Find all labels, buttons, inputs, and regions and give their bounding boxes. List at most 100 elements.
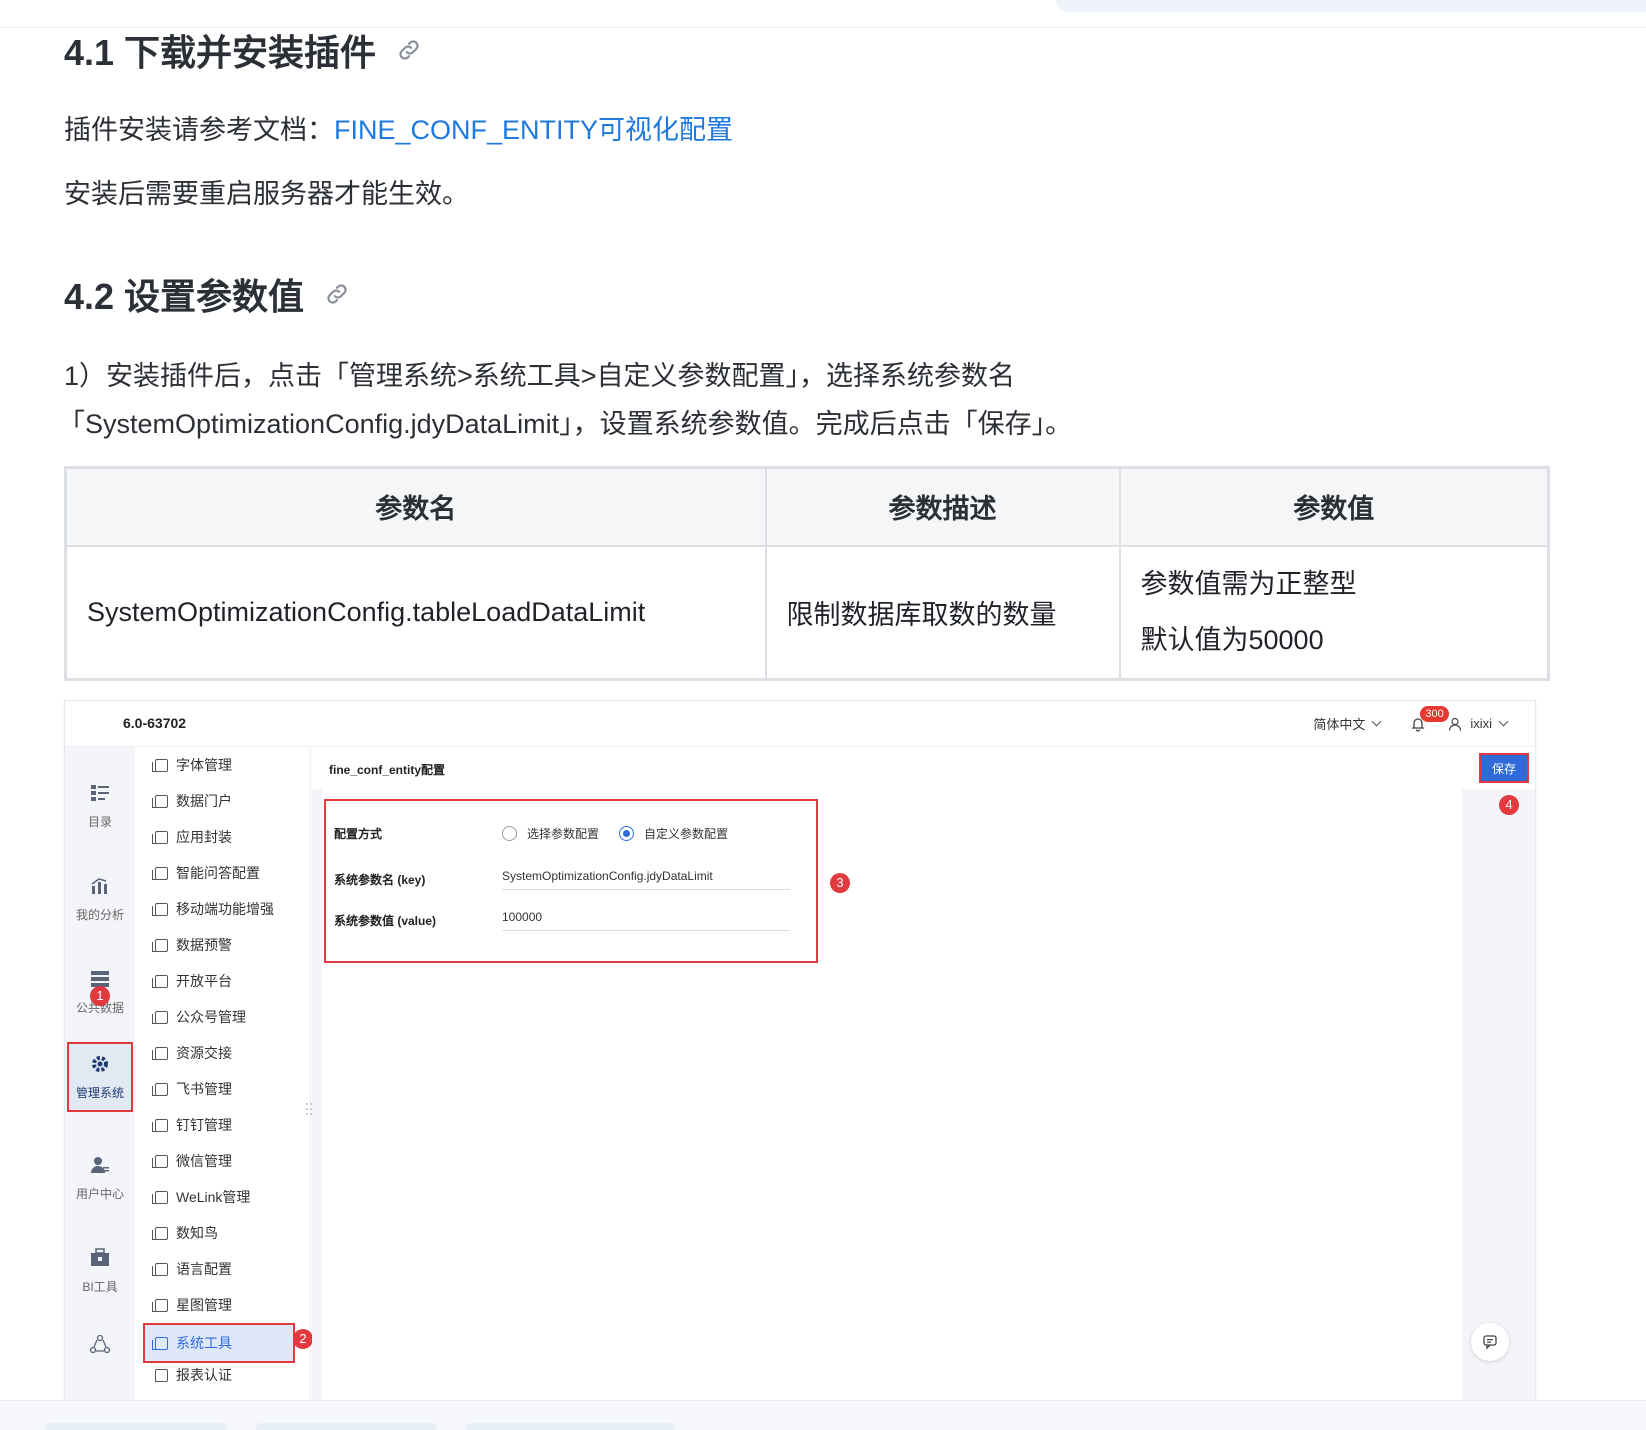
content-body: 配置方式 选择参数配置 自定义参数配置 系统参数名 (key) SystemOp… [322,789,1462,1409]
link-anchor-icon[interactable] [324,281,350,307]
form-row-key: 系统参数名 (key) SystemOptimizationConfig.jdy… [334,869,790,890]
menu-item-data-alert[interactable]: 数据预警 [152,927,232,963]
top-pill [1056,0,1646,12]
menu-label: 移动端功能增强 [176,901,274,917]
radio-circle [502,826,517,841]
menu-page-icon [152,1336,168,1350]
cell-param-value: 参数值需为正整型 默认值为50000 [1118,544,1550,681]
bottom-strip [0,1400,1646,1430]
chevron-down-icon [1371,716,1382,727]
menu-page-icon [155,1368,168,1382]
menu-item-resource-handover[interactable]: 资源交接 [152,1035,232,1071]
section-title: 4.2 设置参数值 [64,276,305,317]
install-paragraph: 插件安装请参考文档：FINE_CONF_ENTITY可视化配置 [64,108,733,147]
page: 4.1 下载并安装插件 插件安装请参考文档：FINE_CONF_ENTITY可视… [0,0,1646,1430]
section-title: 4.1 下载并安装插件 [64,32,377,73]
menu-label: 数据预警 [176,937,232,953]
sidebar-item-analysis[interactable]: 我的分析 [65,856,135,942]
link-anchor-icon[interactable] [396,37,422,63]
radio-label: 自定义参数配置 [644,827,729,841]
menu-page-icon [152,1190,168,1204]
step-marker-2: 2 [293,1329,313,1349]
menu-item-app-package[interactable]: 应用封装 [152,819,232,855]
menu-label: 开放平台 [176,973,232,989]
user-icon [1449,717,1462,731]
form-row-mode: 配置方式 选择参数配置 自定义参数配置 [334,825,748,842]
sidebar-label: 我的分析 [75,907,124,922]
section-heading-4-1: 4.1 下载并安装插件 [64,24,422,76]
app-version: 6.0-63702 [123,715,187,731]
menu-item-font[interactable]: 字体管理 [152,747,232,783]
menu-item-xingtu[interactable]: 星图管理 [152,1287,232,1323]
sidebar-label: 管理系统 [75,1085,124,1100]
menu-item-welink[interactable]: WeLink管理 [152,1179,251,1215]
menu-item-mobile[interactable]: 移动端功能增强 [152,891,274,927]
sidebar-item-bi-tools[interactable]: BI工具 [65,1228,135,1314]
radio-label: 选择参数配置 [527,827,600,841]
header-param-name: 参数名 [64,466,767,547]
bi-tools-icon [91,1247,109,1266]
header-param-value: 参数值 [1118,466,1550,547]
table-row: SystemOptimizationConfig.tableLoadDataLi… [64,544,1550,681]
catalog-icon [91,784,109,801]
radio-custom-param[interactable]: 自定义参数配置 [619,825,728,842]
app-header: 6.0-63702 简体中文 300 ixixi [65,701,1535,747]
content-toolbar: fine_conf_entity配置 保存 [312,747,1535,789]
install-doc-link[interactable]: FINE_CONF_ENTITY可视化配置 [334,115,733,145]
user-name: ixixi [1470,716,1492,731]
analysis-icon [91,877,107,894]
install-prefix: 插件安装请参考文档： [64,115,334,145]
section-heading-4-2: 4.2 设置参数值 [64,268,350,320]
user-menu[interactable]: ixixi [1448,716,1509,731]
header-param-desc: 参数描述 [764,466,1121,547]
menu-label: 报表认证 [176,1367,232,1383]
notification-badge: 300 [1420,705,1449,722]
key-input[interactable]: SystemOptimizationConfig.jdyDataLimit [502,869,790,890]
menu-label: 公众号管理 [176,1009,246,1025]
menu-page-icon [152,1154,168,1168]
save-button[interactable]: 保存 [1479,753,1529,783]
sidebar-item-catalog[interactable]: 目录 [65,763,135,849]
param-value-line2: 默认值为50000 [1140,625,1324,656]
menu-item-system-tools[interactable]: 系统工具 [143,1323,295,1363]
menu-item-dingtalk[interactable]: 钉钉管理 [152,1107,232,1143]
chat-button[interactable] [1471,1323,1509,1361]
bottom-tab[interactable] [46,1423,226,1430]
menu-page-icon [152,902,168,916]
menu-page-icon [152,1046,168,1060]
menu-item-open-platform[interactable]: 开放平台 [152,963,232,999]
menu-label: 语言配置 [176,1261,232,1277]
notification-bell[interactable]: 300 [1410,705,1449,732]
menu-item-feishu[interactable]: 飞书管理 [152,1071,232,1107]
menu-page-icon [152,1082,168,1096]
sidebar-item-network[interactable] [65,1307,135,1393]
menu-item-language[interactable]: 语言配置 [152,1251,232,1287]
menu-item-shuzhiniao[interactable]: 数知鸟 [152,1215,218,1251]
menu-item-report-auth[interactable]: 报表认证 [155,1365,232,1385]
menu-label: WeLink管理 [176,1189,251,1205]
step1-line1: 1）安装插件后，点击「管理系统>系统工具>自定义参数配置」，选择系统参数名 [64,361,1016,391]
menu-item-data-portal[interactable]: 数据门户 [152,783,232,819]
cell-param-desc: 限制数据库取数的数量 [764,544,1121,681]
sidebar-item-user-center[interactable]: 用户中心 [65,1135,135,1221]
menu-gear-icon [152,1298,168,1312]
sidebar-item-admin[interactable]: 管理系统 [67,1042,133,1112]
bottom-tab[interactable] [466,1423,674,1430]
menu-page-icon [152,866,168,880]
step1-line2: 「SystemOptimizationConfig.jdyDataLimit」，… [58,409,1073,439]
language-selector[interactable]: 简体中文 [1313,714,1382,733]
step-marker-3: 3 [830,873,850,893]
menu-label: 飞书管理 [176,1081,232,1097]
menu-page-icon [152,830,168,844]
value-input[interactable]: 100000 [502,910,790,931]
key-label: 系统参数名 (key) [334,873,426,887]
bottom-tab[interactable] [256,1423,436,1430]
menu-page-icon [152,1262,168,1276]
menu-item-wechat[interactable]: 微信管理 [152,1143,232,1179]
menu-item-official-account[interactable]: 公众号管理 [152,999,246,1035]
content-title: fine_conf_entity配置 [329,763,446,777]
table-header-row: 参数名 参数描述 参数值 [64,466,1550,547]
menu-label: 资源交接 [176,1045,232,1061]
menu-item-smart-qa[interactable]: 智能问答配置 [152,855,260,891]
radio-select-param[interactable]: 选择参数配置 [502,825,599,842]
